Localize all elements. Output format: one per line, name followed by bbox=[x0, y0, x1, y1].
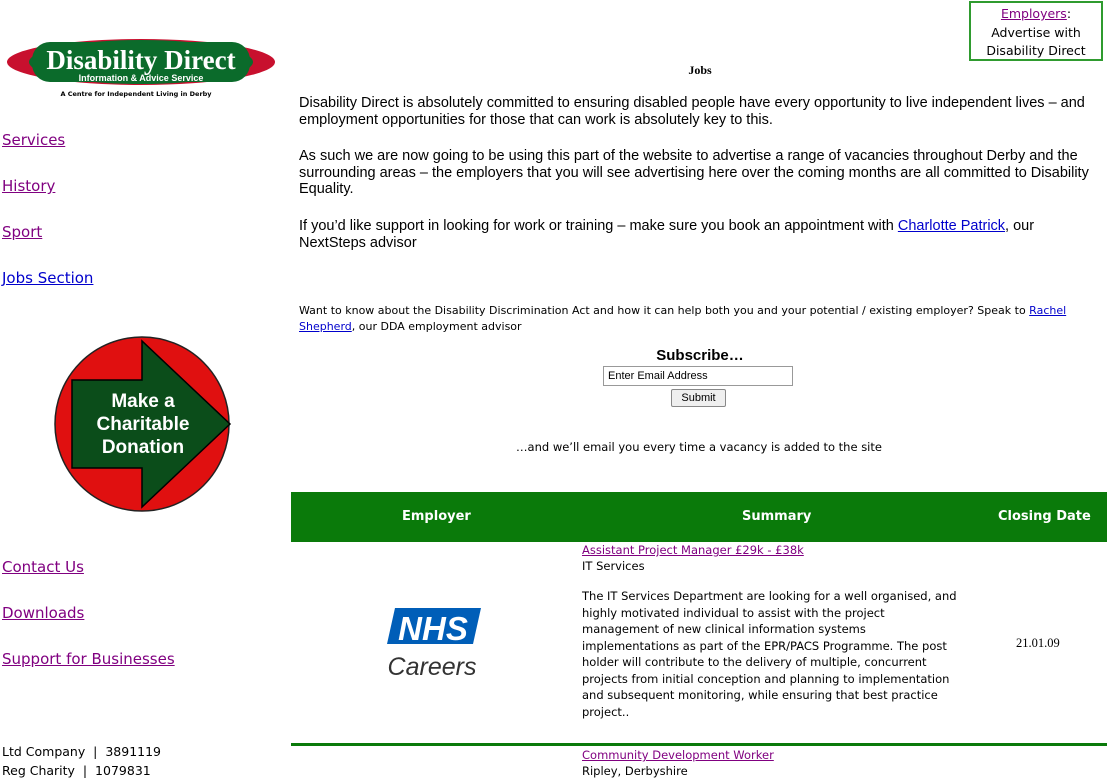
charlotte-patrick-link[interactable]: Charlotte Patrick bbox=[898, 218, 1005, 234]
employers-link[interactable]: Employers bbox=[1001, 6, 1067, 21]
donate-line-2: Charitable bbox=[97, 414, 190, 435]
intro-paragraph-1: Disability Direct is absolutely committe… bbox=[299, 95, 1085, 128]
job-title-link[interactable]: Community Development Worker bbox=[582, 748, 774, 762]
disability-direct-logo[interactable]: Disability Direct Information & Advice S… bbox=[6, 38, 276, 100]
job-location: IT Services bbox=[582, 559, 645, 573]
email-input[interactable] bbox=[603, 366, 793, 386]
job-closing-date: 21.01.09 bbox=[1016, 636, 1060, 650]
nav-sport-link[interactable]: Sport bbox=[2, 223, 42, 241]
job-location: Ripley, Derbyshire bbox=[582, 764, 688, 778]
closing-date-column-header: Closing Date bbox=[998, 509, 1091, 524]
page-title: Jobs bbox=[688, 63, 712, 77]
employers-advert-box: Employers: Advertise with Disability Dir… bbox=[969, 1, 1103, 61]
dda-paragraph: Want to know about the Disability Discri… bbox=[299, 304, 1067, 333]
nav-services-link[interactable]: Services bbox=[2, 131, 65, 149]
row-divider bbox=[291, 743, 1107, 746]
nav-jobs-section-link[interactable]: Jobs Section bbox=[2, 269, 93, 287]
registration-info: Ltd Company | 3891119 Reg Charity | 1079… bbox=[2, 742, 161, 780]
summary-column-header: Summary bbox=[742, 509, 812, 524]
nav-history-link[interactable]: History bbox=[2, 177, 55, 195]
subscribe-note: …and we’ll email you every time a vacanc… bbox=[516, 440, 882, 454]
donate-line-1: Make a bbox=[111, 391, 175, 412]
donate-line-3: Donation bbox=[102, 437, 184, 458]
nav-support-businesses-link[interactable]: Support for Businesses bbox=[2, 650, 175, 668]
job-title-link[interactable]: Assistant Project Manager £29k - £38k bbox=[582, 543, 804, 557]
employer-column-header: Employer bbox=[402, 509, 471, 524]
svg-text:Careers: Careers bbox=[388, 653, 477, 681]
intro-paragraph-2: As such we are now going to be using thi… bbox=[299, 148, 1089, 197]
nhs-careers-logo: NHS Careers bbox=[383, 607, 483, 681]
company-number: Ltd Company | 3891119 bbox=[2, 744, 162, 759]
employers-line-3: Disability Direct bbox=[986, 43, 1086, 58]
charity-number: Reg Charity | 1079831 bbox=[2, 763, 151, 778]
employers-line-2: Advertise with bbox=[991, 24, 1081, 40]
logo-subtitle: Information & Advice Service bbox=[79, 73, 204, 83]
submit-button[interactable]: Submit bbox=[671, 389, 726, 407]
logo-tagline: A Centre for Independent Living in Derby bbox=[60, 90, 212, 98]
donate-button[interactable]: Make a Charitable Donation bbox=[52, 336, 234, 512]
nav-contact-us-link[interactable]: Contact Us bbox=[2, 558, 84, 576]
intro-paragraph-3: If you’d like support in looking for wor… bbox=[299, 218, 1035, 251]
subscribe-heading: Subscribe… bbox=[656, 347, 744, 364]
jobs-table-header: Employer Summary Closing Date bbox=[291, 492, 1107, 542]
logo-title: Disability Direct bbox=[46, 45, 235, 75]
nav-downloads-link[interactable]: Downloads bbox=[2, 604, 84, 622]
job-description: The IT Services Department are looking f… bbox=[582, 589, 957, 719]
svg-text:NHS: NHS bbox=[398, 610, 468, 647]
